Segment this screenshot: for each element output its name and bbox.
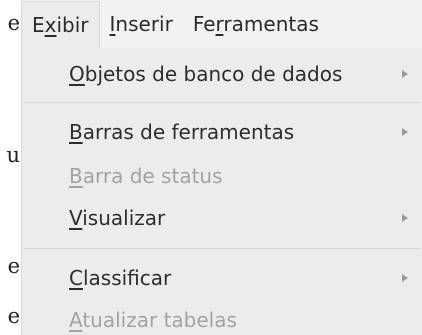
menu-item-label: Barra de status: [69, 164, 223, 188]
menu-item-visualizar[interactable]: Visualizar: [22, 200, 422, 236]
menu-ferramentas[interactable]: Ferramentas: [183, 0, 329, 48]
label-end: lassificar: [82, 266, 172, 290]
label-end: tualizar tabelas: [82, 308, 237, 332]
submenu-arrow-icon: [402, 274, 408, 282]
mnemonic: C: [69, 266, 83, 290]
label-end: arra de status: [82, 164, 223, 188]
menu-item-label: Classificar: [69, 266, 171, 290]
label-end: isualizar: [82, 206, 166, 230]
menu-item-barra-de-status: Barra de status: [22, 158, 422, 194]
menu-ferramentas-label-end: ramentas: [223, 12, 319, 36]
menu-ferramentas-label-start: Fe: [192, 12, 216, 36]
background-text-fragment: u: [6, 143, 20, 167]
menu-exibir-label-end: ibir: [56, 12, 89, 37]
menu-exibir-mnemonic: x: [44, 12, 57, 37]
menu-separator: [24, 102, 420, 103]
menu-item-atualizar-tabelas: Atualizar tabelas: [22, 302, 422, 335]
menu-separator: [24, 248, 420, 249]
menu-exibir-label-start: E: [32, 12, 45, 37]
submenu-arrow-icon: [402, 70, 408, 78]
menu-item-barras-de-ferramentas[interactable]: Barras de ferramentas: [22, 114, 422, 150]
menu-item-objetos-de-banco-de-dados[interactable]: Objetos de banco de dados: [22, 56, 422, 92]
menu-inserir[interactable]: Inserir: [100, 0, 183, 48]
submenu-arrow-icon: [402, 214, 408, 222]
exibir-dropdown-menu: Objetos de banco de dados Barras de ferr…: [21, 48, 422, 335]
menu-inserir-label-end: nserir: [115, 12, 173, 36]
menu-bar: Exibir Inserir Ferramentas: [21, 0, 422, 49]
menu-item-classificar[interactable]: Classificar: [22, 260, 422, 296]
background-text-fragment: e: [7, 254, 20, 278]
screen: e u e e Exibir Inserir Ferramentas Objet…: [0, 0, 422, 335]
menu-exibir[interactable]: Exibir: [21, 0, 100, 49]
menu-item-label: Barras de ferramentas: [69, 120, 294, 144]
label-end: arras de ferramentas: [82, 120, 295, 144]
menu-item-label: Objetos de banco de dados: [69, 62, 342, 86]
submenu-arrow-icon: [402, 128, 408, 136]
label-end: bjetos de banco de dados: [84, 62, 343, 86]
mnemonic: A: [69, 308, 83, 332]
background-text-fragment: e: [7, 304, 20, 328]
menu-item-label: Atualizar tabelas: [69, 308, 237, 332]
menu-item-label: Visualizar: [69, 206, 165, 230]
mnemonic: V: [69, 206, 83, 230]
mnemonic: O: [69, 62, 85, 86]
mnemonic: B: [69, 120, 83, 144]
background-text-fragment: e: [7, 11, 20, 35]
mnemonic: B: [69, 164, 83, 188]
